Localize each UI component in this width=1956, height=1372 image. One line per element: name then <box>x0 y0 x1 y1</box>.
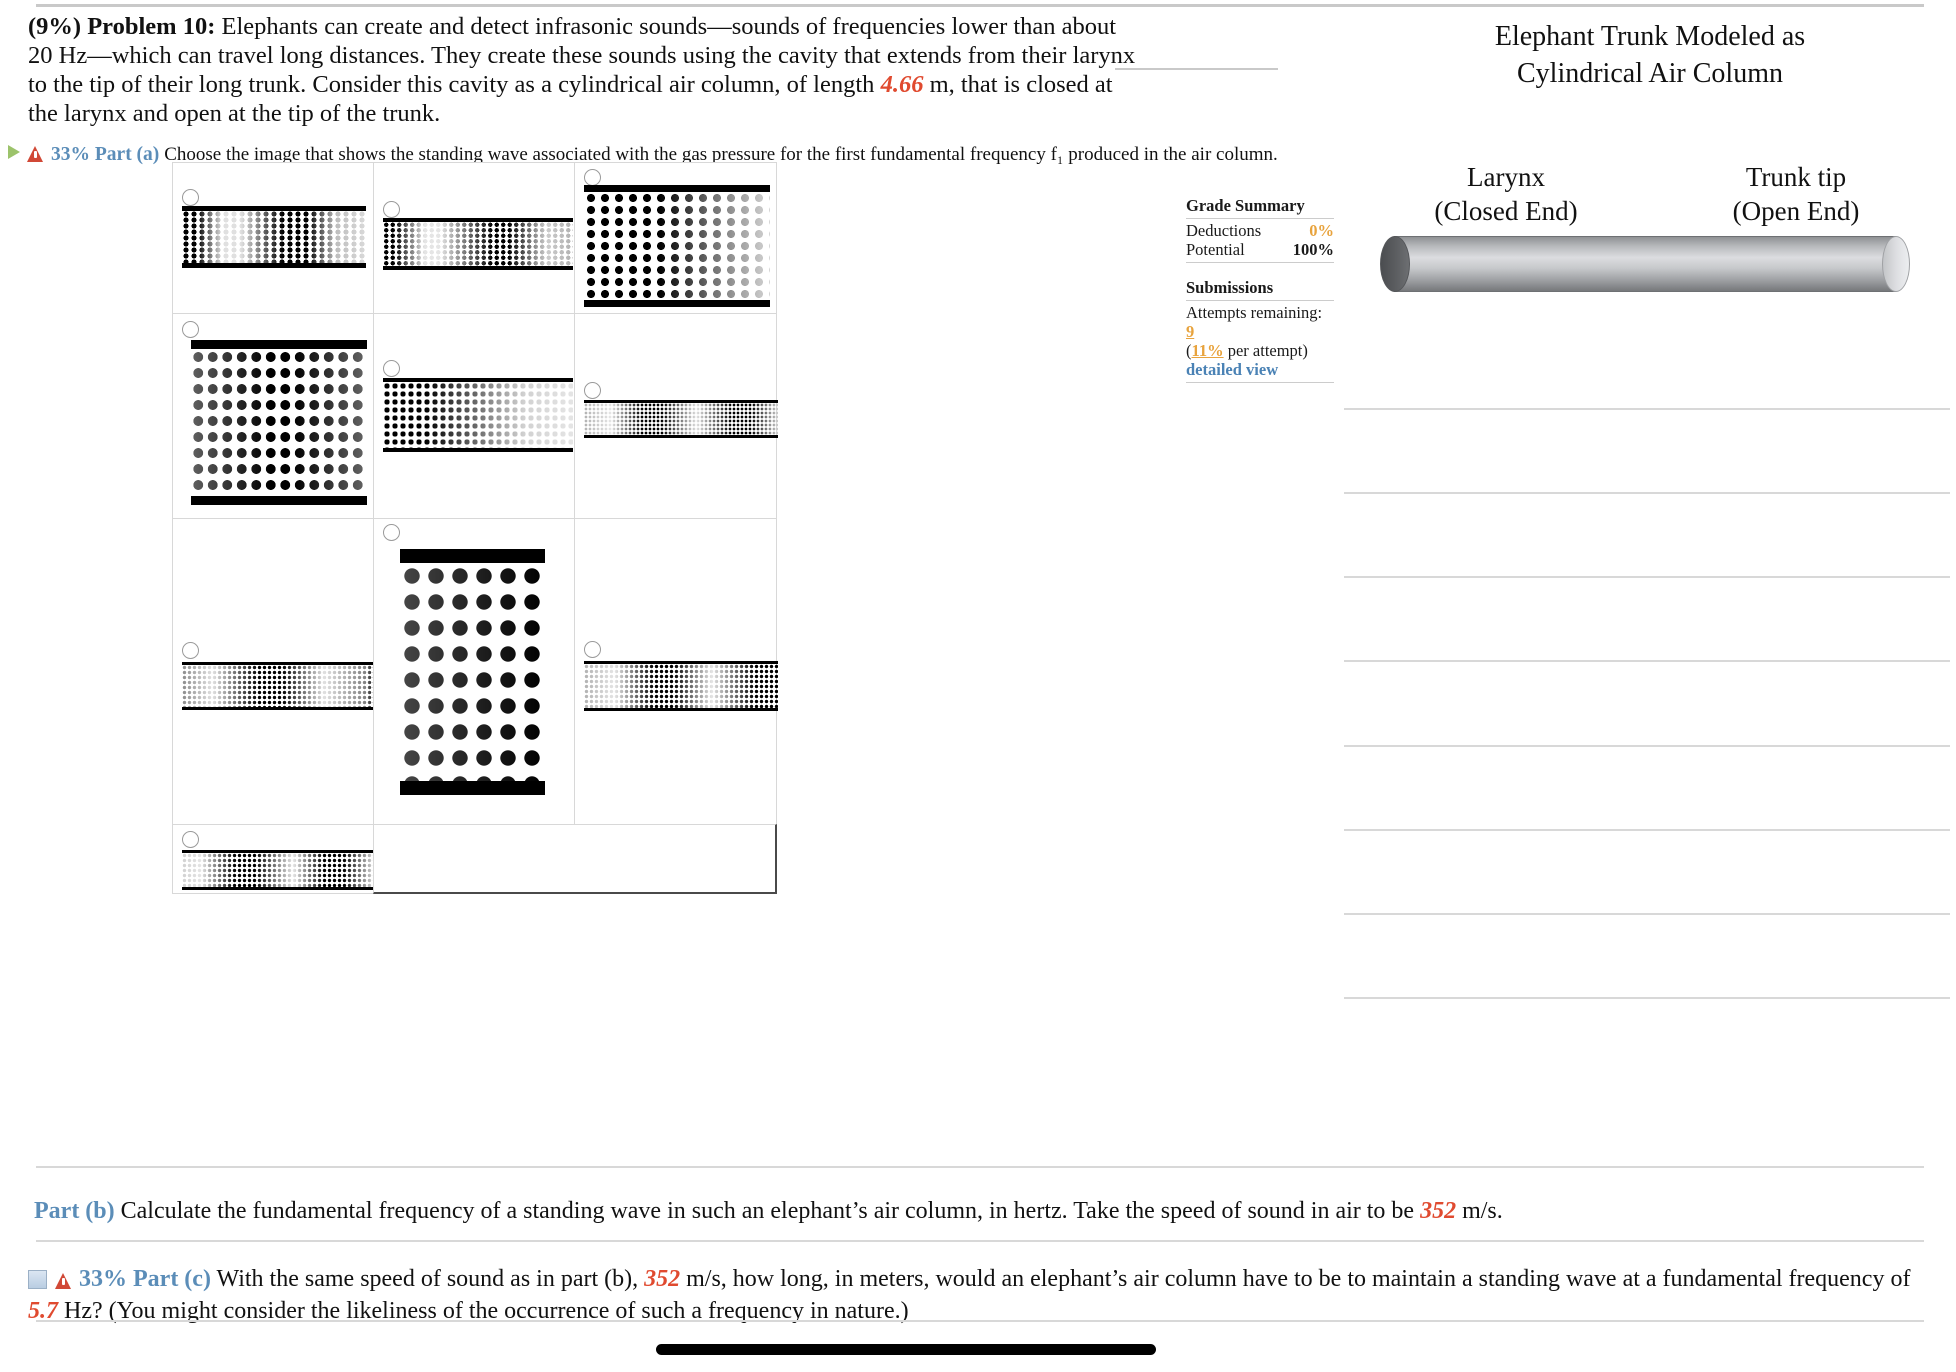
radio-option-4[interactable] <box>182 321 199 338</box>
potential-label: Potential <box>1186 240 1245 259</box>
stem-side-rule <box>1115 68 1278 70</box>
answer-cell-4[interactable] <box>172 313 374 519</box>
standing-wave-figure-7 <box>182 662 374 710</box>
per-attempt-percent: 11% <box>1191 341 1224 360</box>
triangle-right-icon[interactable] <box>8 145 20 159</box>
per-attempt-row: (11% per attempt) <box>1186 341 1334 360</box>
figure-rule-5 <box>1344 745 1950 747</box>
grade-summary-title: Grade Summary <box>1186 196 1305 215</box>
radio-option-7[interactable] <box>182 642 199 659</box>
cylinder-shape <box>1380 236 1910 292</box>
warning-triangle-icon <box>55 1273 72 1289</box>
radio-option-3[interactable] <box>584 169 601 186</box>
part-c-text-1: With the same speed of sound as in part … <box>216 1266 645 1292</box>
radio-option-6[interactable] <box>584 382 601 399</box>
part-b-label: Part (b) <box>34 1198 115 1224</box>
figure-title-line-1: Elephant Trunk Modeled as <box>1494 21 1806 52</box>
attempts-value: 9 <box>1186 322 1195 341</box>
answer-cell-6[interactable] <box>574 313 778 519</box>
standing-wave-figure-9 <box>584 661 778 711</box>
standing-wave-figure-6 <box>584 400 778 438</box>
standing-wave-figure-5 <box>383 378 573 452</box>
attempts-label: Attempts remaining: <box>1186 303 1323 322</box>
answer-cell-8[interactable] <box>373 518 575 825</box>
part-a-percent: 33% <box>51 144 90 165</box>
potential-row: Potential 100% <box>1186 240 1334 259</box>
detailed-view-link[interactable]: detailed view <box>1186 360 1334 379</box>
cylinder-closed-end-cap <box>1380 236 1410 292</box>
radio-option-10[interactable] <box>182 831 199 848</box>
answer-cell-1[interactable] <box>172 162 374 314</box>
part-c-row: 33% Part (c) With the same speed of soun… <box>28 1263 1918 1327</box>
part-c-label: Part (c) <box>133 1266 211 1292</box>
part-c-text-2: m/s, how long, in meters, would an eleph… <box>680 1266 1911 1292</box>
radio-option-1[interactable] <box>182 189 199 206</box>
radio-option-8[interactable] <box>383 524 400 541</box>
cylinder-body <box>1394 236 1896 292</box>
standing-wave-figure-3 <box>584 185 770 307</box>
attempts-row: Attempts remaining: 9 <box>1186 303 1334 341</box>
deductions-label: Deductions <box>1186 221 1262 240</box>
standing-wave-figure-10 <box>182 850 374 890</box>
warning-triangle-icon <box>27 146 44 162</box>
checkbox-icon[interactable] <box>28 1270 47 1289</box>
problem-page: (9%) Problem 10: Elephants can create an… <box>0 0 1956 1372</box>
trunk-label-line-1: Trunk tip <box>1745 162 1847 192</box>
figure-rule-6 <box>1344 829 1950 831</box>
figure-rule-4 <box>1344 660 1950 662</box>
part-b-speed-value: 352 <box>1420 1198 1457 1224</box>
trunk-label-line-2: (Open End) <box>1732 196 1860 226</box>
standing-wave-figure-2 <box>383 218 573 270</box>
part-c-top-rule <box>36 1240 1924 1242</box>
answer-cell-2[interactable] <box>373 162 575 314</box>
larynx-label-line-2: (Closed End) <box>1434 196 1578 226</box>
deductions-value: 0% <box>1309 221 1334 240</box>
standing-wave-figure-4 <box>191 340 367 505</box>
problem-weight: (9%) <box>28 13 82 40</box>
figure-rule-1 <box>1344 408 1950 410</box>
answer-cell-10[interactable] <box>172 824 374 894</box>
figure-rule-8 <box>1344 997 1950 999</box>
potential-value: 100% <box>1292 240 1334 259</box>
deductions-row: Deductions 0% <box>1186 221 1334 240</box>
part-b-text-1: Calculate the fundamental frequency of a… <box>120 1198 1421 1224</box>
problem-statement: (9%) Problem 10: Elephants can create an… <box>28 12 1138 128</box>
answer-cell-3[interactable] <box>574 162 777 314</box>
figure-rule-7 <box>1344 913 1950 915</box>
answer-cell-7[interactable] <box>172 518 374 825</box>
per-attempt-rest: per attempt) <box>1223 341 1308 360</box>
larynx-label: Larynx (Closed End) <box>1376 160 1636 228</box>
standing-wave-figure-1 <box>182 206 366 268</box>
answer-cell-9[interactable] <box>574 518 778 825</box>
part-c-speed-value: 352 <box>644 1266 681 1292</box>
figure-rule-3 <box>1344 576 1950 578</box>
submissions-title: Submissions <box>1186 278 1274 297</box>
larynx-label-line-1: Larynx <box>1467 162 1545 192</box>
radio-option-5[interactable] <box>383 360 400 377</box>
figure-rule-2 <box>1344 492 1950 494</box>
radio-option-2[interactable] <box>383 201 400 218</box>
problem-label: Problem 10: <box>87 13 216 40</box>
length-value: 4.66 <box>880 71 924 98</box>
trunk-tip-label: Trunk tip (Open End) <box>1666 160 1926 228</box>
standing-wave-figure-8 <box>400 549 545 795</box>
grade-summary-panel: Grade Summary Deductions 0% Potential 10… <box>1186 196 1334 385</box>
answer-cell-empty <box>373 824 777 894</box>
part-b-row: Part (b) Calculate the fundamental frequ… <box>34 1196 1914 1226</box>
part-a-label: Part (a) <box>94 144 160 165</box>
answer-cell-5[interactable] <box>373 313 575 519</box>
part-c-bottom-rule <box>36 1320 1924 1322</box>
part-b-top-rule <box>36 1166 1924 1168</box>
figure-title: Elephant Trunk Modeled as Cylindrical Ai… <box>1344 18 1956 92</box>
radio-option-9[interactable] <box>584 641 601 658</box>
horizontal-scrollbar-thumb[interactable] <box>656 1344 1156 1355</box>
figure-panel: Elephant Trunk Modeled as Cylindrical Ai… <box>1344 0 1956 1120</box>
part-c-percent: 33% <box>79 1266 127 1292</box>
answer-choice-grid <box>172 162 778 894</box>
figure-title-line-2: Cylindrical Air Column <box>1517 58 1783 89</box>
part-b-text-2: m/s. <box>1456 1198 1503 1224</box>
cylinder-open-end-cap <box>1882 236 1910 292</box>
